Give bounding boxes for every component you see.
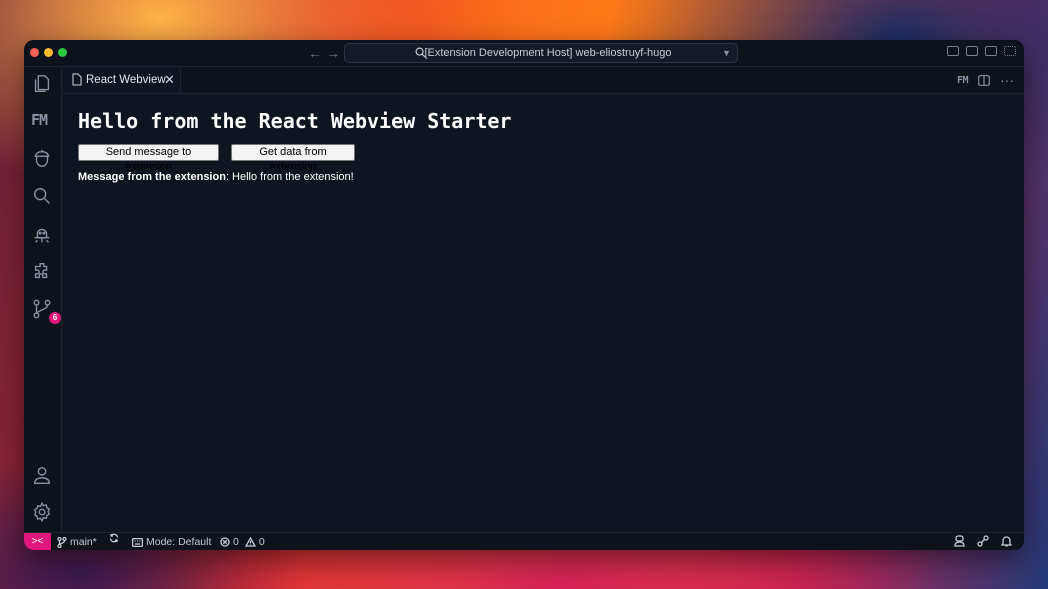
fm-icon[interactable]: FM [31, 111, 55, 135]
puzzle-icon[interactable] [31, 260, 55, 284]
more-actions-icon[interactable]: ··· [1000, 72, 1014, 88]
maximize-window-button[interactable] [58, 48, 67, 57]
error-icon [220, 537, 230, 547]
back-arrow-icon[interactable]: ← [308, 43, 322, 63]
warnings-count: 0 [258, 536, 265, 548]
editor-actions: FM ··· [957, 67, 1014, 93]
minimize-window-button[interactable] [44, 48, 53, 57]
mode-label: Mode: Default [146, 536, 212, 548]
send-message-button[interactable]: Send message to extension [78, 144, 219, 173]
gear-icon[interactable] [31, 501, 55, 525]
message-value: : Hello from the extension! [225, 171, 354, 183]
files-icon[interactable] [31, 73, 55, 97]
customize-layout-icon[interactable] [1004, 46, 1016, 56]
acorn-icon[interactable] [31, 148, 55, 172]
git-branch-icon [57, 536, 67, 548]
forward-arrow-icon[interactable]: → [326, 43, 340, 63]
problems-status[interactable]: 0 0 [220, 533, 265, 550]
mode-status[interactable]: Mode: Default [132, 533, 211, 550]
account-icon[interactable] [31, 464, 55, 488]
layout-controls [947, 46, 1016, 56]
close-window-button[interactable] [30, 48, 39, 57]
bug-icon[interactable] [31, 223, 55, 247]
bell-icon[interactable] [1000, 535, 1013, 550]
warning-icon [244, 537, 256, 547]
errors-count: 0 [233, 536, 239, 548]
get-data-button[interactable]: Get data from extension [231, 144, 355, 173]
search-icon[interactable] [31, 185, 55, 209]
keyboard-icon [132, 537, 143, 547]
vscode-window: ← → [Extension Development Host] web-eli… [24, 40, 1024, 550]
branch-status[interactable]: main* [57, 533, 97, 550]
file-icon [72, 73, 82, 86]
close-icon[interactable]: ✕ [164, 67, 175, 93]
split-editor-icon[interactable] [978, 74, 990, 86]
status-bar: >< main* Mode: Default 0 0 [24, 532, 1024, 550]
fm-action-icon[interactable]: FM [957, 75, 969, 86]
live-share-icon[interactable] [977, 535, 989, 550]
activity-bar: FM 6 [24, 67, 62, 532]
extension-message: Message from the extension: Hello from t… [78, 171, 354, 183]
tab-react-webview[interactable]: React Webview ✕ [62, 67, 181, 93]
page-title: Hello from the React Webview Starter [78, 109, 512, 133]
toggle-primary-sidebar-icon[interactable] [947, 46, 959, 56]
search-icon [415, 47, 426, 58]
tab-label: React Webview [86, 74, 166, 86]
toggle-secondary-sidebar-icon[interactable] [985, 46, 997, 56]
command-center-label: [Extension Development Host] web-eliostr… [424, 47, 672, 59]
command-center[interactable]: [Extension Development Host] web-eliostr… [344, 43, 738, 63]
source-control-badge: 6 [49, 312, 61, 324]
accounts-status-icon[interactable] [954, 535, 965, 550]
title-bar: ← → [Extension Development Host] web-eli… [24, 40, 1024, 67]
toggle-panel-icon[interactable] [966, 46, 978, 56]
editor-tab-bar: React Webview ✕ FM ··· [62, 67, 1024, 94]
branch-label: main* [70, 536, 97, 548]
remote-indicator-icon[interactable]: >< [24, 533, 51, 550]
webview-panel: Hello from the React Webview Starter Sen… [62, 94, 1024, 532]
chevron-down-icon[interactable]: ▼ [722, 44, 731, 62]
git-branch-icon[interactable]: 6 [31, 298, 61, 324]
sync-button[interactable] [109, 533, 119, 543]
sync-icon [109, 533, 119, 543]
message-label: Message from the extension [78, 171, 226, 183]
